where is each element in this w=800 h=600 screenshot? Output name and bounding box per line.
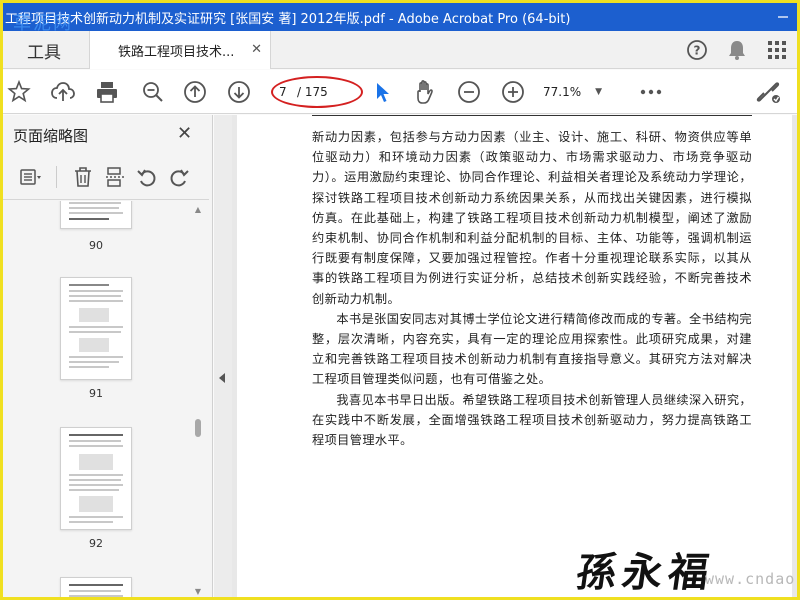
select-tool-button[interactable]	[369, 78, 397, 106]
print-button[interactable]	[93, 78, 121, 106]
zoom-in-button[interactable]	[499, 78, 527, 106]
thumbnail-list: 90 91 92	[3, 201, 198, 597]
hand-tool-button[interactable]	[411, 78, 439, 106]
panel-toolbar	[3, 161, 213, 193]
more-tools-button[interactable]	[637, 78, 665, 106]
zoom-level-value: 77.1%	[543, 85, 582, 99]
zoom-out-button[interactable]	[455, 78, 483, 106]
panel-toolbar-divider	[53, 161, 59, 193]
more-dots-icon	[640, 89, 662, 95]
scrollbar-thumb[interactable]	[195, 419, 201, 437]
tab-close-icon[interactable]: ✕	[251, 42, 262, 57]
main-toolbar: 7 / 175 77.1% ▼	[3, 70, 797, 114]
zoom-out-magnifier-icon	[143, 82, 163, 102]
collapse-arrow-icon	[219, 373, 225, 383]
apps-grid-icon	[768, 41, 786, 59]
link-icon	[756, 82, 780, 103]
bell-icon	[729, 41, 745, 60]
previous-page-button[interactable]	[181, 78, 209, 106]
window-title: 工程项目技术创新动力机制及实证研究 [张国安 著] 2012年版.pdf - A…	[5, 11, 571, 27]
tab-tools[interactable]: 工具	[3, 31, 85, 69]
title-bar: 工程项目技术创新动力机制及实证研究 [张国安 著] 2012年版.pdf - A…	[3, 3, 797, 34]
tab-bar: 工具 铁路工程项目技术... ✕ ?	[3, 31, 797, 69]
help-button[interactable]: ?	[677, 39, 717, 61]
printer-icon	[97, 82, 117, 103]
help-icon: ?	[687, 40, 707, 60]
cloud-upload-icon	[51, 82, 75, 101]
scroll-up-icon[interactable]: ▲	[193, 205, 203, 215]
cursor-arrow-icon	[377, 83, 389, 102]
tab-document[interactable]: 铁路工程项目技术... ✕	[89, 31, 271, 69]
minimize-button[interactable]	[769, 3, 797, 31]
highlight-ellipse-annotation	[271, 76, 363, 108]
chevron-down-icon: ▼	[595, 87, 603, 97]
notifications-button[interactable]	[717, 39, 757, 61]
extract-pages-icon	[106, 167, 124, 187]
scroll-down-icon[interactable]: ▼	[193, 587, 203, 597]
page-thumbnails-panel: 页面缩略图 ✕ 90 91 92 ▲ ▼	[3, 115, 213, 597]
paragraph: 新动力因素，包括参与方动力因素（业主、设计、施工、科研、物资供应等单位驱动力）和…	[312, 130, 752, 306]
document-page: 新动力因素，包括参与方动力因素（业主、设计、施工、科研、物资供应等单位驱动力）和…	[237, 115, 797, 597]
extract-pages-button[interactable]	[99, 161, 131, 193]
zoom-level-dropdown[interactable]: 77.1% ▼	[543, 82, 615, 102]
tab-document-label: 铁路工程项目技术...	[118, 44, 235, 60]
bookmark-button[interactable]	[5, 78, 33, 106]
share-link-button[interactable]	[755, 78, 783, 106]
thumbnail-label: 91	[89, 387, 103, 400]
zoom-out-magnifier-button[interactable]	[139, 78, 167, 106]
paragraph: 本书是张国安同志对其博士学位论文进行精简修改而成的专著。全书结构完整，层次清晰，…	[312, 311, 752, 387]
tab-bar-right-icons: ?	[677, 31, 797, 69]
upload-button[interactable]	[49, 78, 77, 106]
rotate-left-button[interactable]	[131, 161, 163, 193]
page-thumbnail[interactable]	[60, 577, 132, 597]
app-window: 工程项目技术创新动力机制及实证研究 [张国安 著] 2012年版.pdf - A…	[0, 0, 800, 600]
page-thumbnail[interactable]	[60, 201, 132, 229]
page-top-rule	[312, 115, 752, 116]
minimize-icon	[778, 16, 788, 18]
svg-text:?: ?	[694, 44, 701, 58]
page-thumbnail[interactable]	[60, 277, 132, 380]
thumbnail-scrollbar[interactable]: ▲ ▼	[191, 205, 205, 597]
delete-page-button[interactable]	[67, 161, 99, 193]
hand-icon	[417, 80, 433, 104]
trash-icon	[75, 167, 91, 187]
next-page-button[interactable]	[225, 78, 253, 106]
thumbnail-options-button[interactable]	[9, 161, 53, 193]
panel-collapse-handle[interactable]	[214, 115, 232, 597]
thumbnail-label: 92	[89, 537, 103, 550]
arrow-up-circle-icon	[184, 81, 206, 103]
options-list-icon	[20, 169, 41, 185]
star-icon	[7, 80, 31, 103]
plus-circle-icon	[502, 81, 524, 103]
site-watermark: www.cndao.com	[705, 570, 797, 588]
author-signature: 孫永福	[573, 549, 718, 596]
window-controls	[769, 3, 797, 31]
paragraph: 我喜见本书早日出版。希望铁路工程项目技术创新管理人员继续深入研究，在实践中不断发…	[312, 392, 752, 448]
rotate-cw-icon	[170, 169, 189, 187]
document-viewport[interactable]: 新动力因素，包括参与方动力因素（业主、设计、施工、科研、物资供应等单位驱动力）和…	[232, 115, 797, 597]
page-thumbnail[interactable]	[60, 427, 132, 530]
rotate-ccw-icon	[137, 169, 156, 187]
page-body-text: 新动力因素，包括参与方动力因素（业主、设计、施工、科研、物资供应等单位驱动力）和…	[312, 127, 752, 450]
rotate-right-button[interactable]	[163, 161, 195, 193]
panel-title: 页面缩略图	[13, 127, 89, 145]
thumbnail-label: 90	[89, 239, 103, 252]
minus-circle-icon	[458, 81, 480, 103]
apps-grid-button[interactable]	[757, 40, 797, 60]
arrow-down-circle-icon	[228, 81, 250, 103]
panel-close-icon[interactable]: ✕	[177, 123, 192, 144]
panel-divider	[3, 199, 209, 200]
